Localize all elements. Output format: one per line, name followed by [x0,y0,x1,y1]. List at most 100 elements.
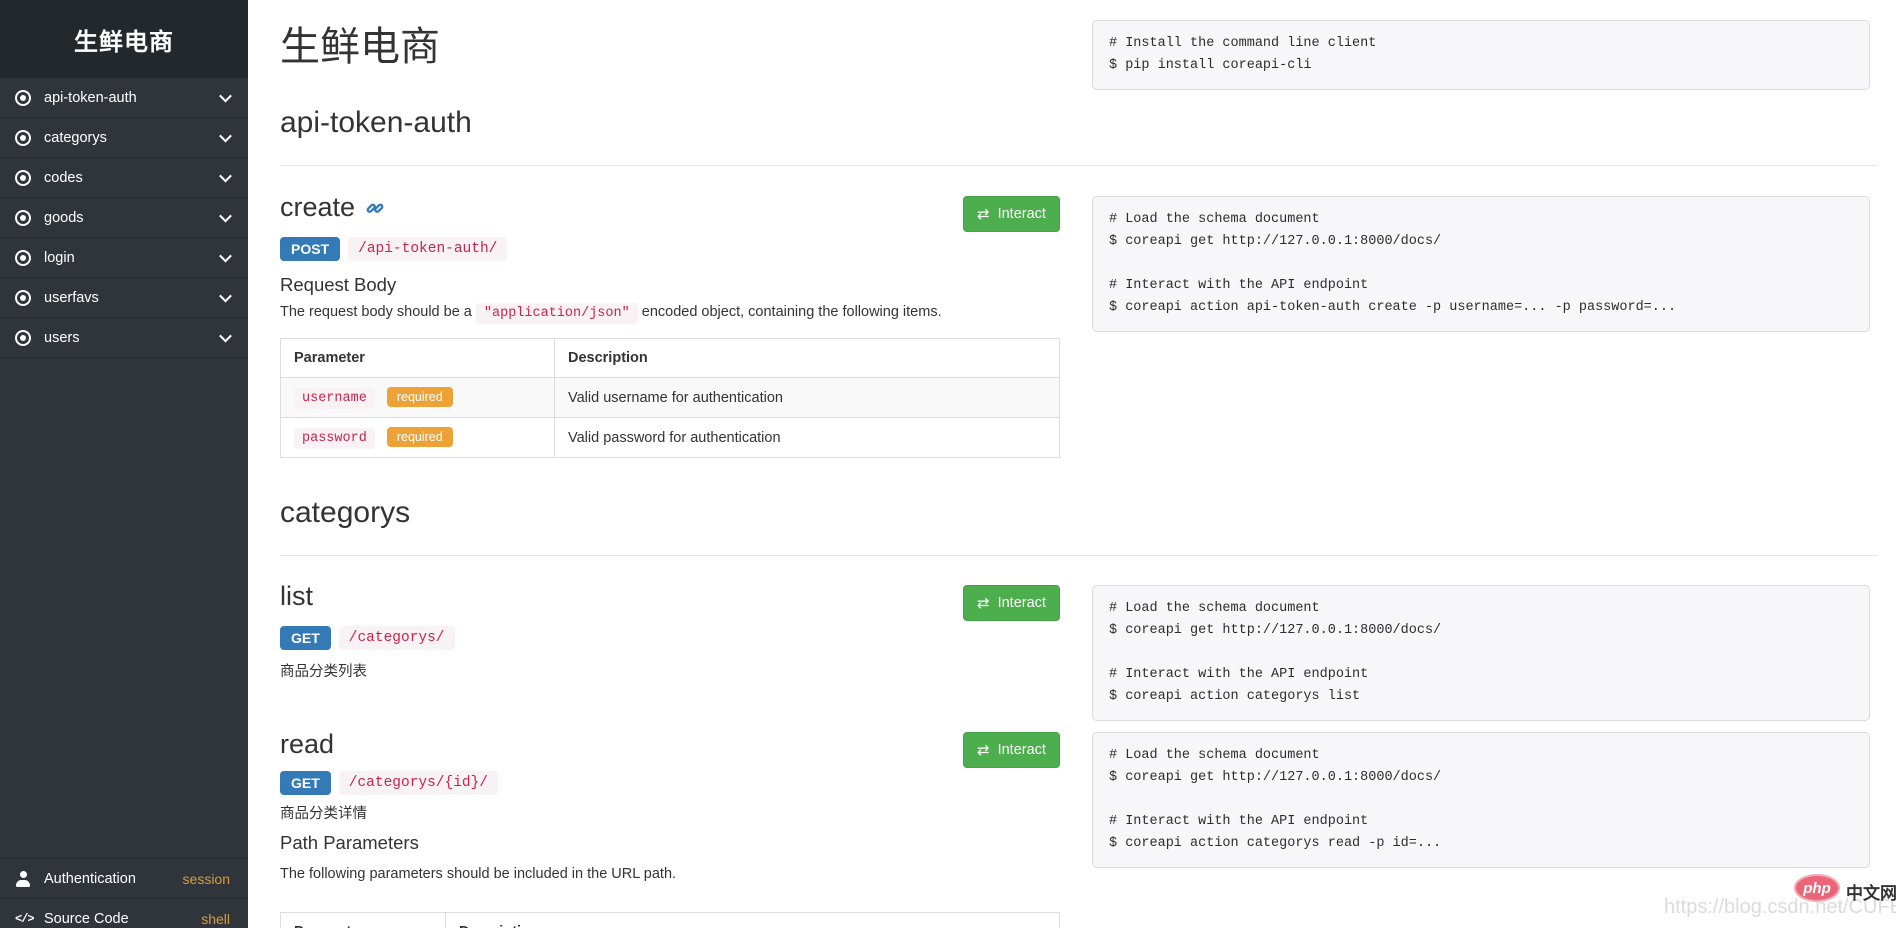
code-snippet-list: # Load the schema document $ coreapi get… [1092,585,1870,721]
path-parameters-note: The following parameters should be inclu… [280,866,676,882]
content-type-inline-code: "application/json" [476,303,638,324]
endpoint-row-create: POST /api-token-auth/ [280,237,507,261]
endpoint-path: /categorys/{id}/ [339,771,498,795]
dot-circle-icon [15,330,31,346]
param-cell: username required [281,378,555,418]
request-body-text: The request body should be a "applicatio… [280,304,942,321]
auth-scheme-badge: session [183,871,230,887]
sidebar-item-goods[interactable]: goods [0,198,248,238]
interact-label: Interact [998,742,1046,758]
table-header-row: Parameter Description [281,913,1060,928]
interact-button-list[interactable]: ⇄ Interact [963,585,1060,621]
path-parameters-table: Parameter Description [280,912,1060,928]
endpoint-path: /categorys/ [339,626,455,650]
watermark: https://blog.csdn.net/CUFEECR php 中文网 [1664,872,1896,924]
sidebar-item-label: userfavs [44,290,99,306]
sidebar-item-login[interactable]: login [0,238,248,278]
sidebar-footer: Authentication session </> Source Code s… [0,858,248,928]
dot-circle-icon [15,90,31,106]
sidebar-item-label: Source Code [44,911,129,927]
interact-label: Interact [998,206,1046,222]
request-body-table: Parameter Description username required … [280,338,1060,458]
dot-circle-icon [15,170,31,186]
interact-label: Interact [998,595,1046,611]
sidebar-item-authentication[interactable]: Authentication session [0,858,248,898]
method-badge-post: POST [280,237,340,261]
required-badge: required [387,387,453,407]
request-body-text-pre: The request body should be a [280,304,476,320]
param-name: password [294,428,375,449]
sidebar-brand: 生鲜电商 [74,22,174,57]
operation-description: 商品分类详情 [280,802,367,823]
main-content: 生鲜电商 # Install the command line client $… [248,0,1896,928]
endpoint-row-list: GET /categorys/ [280,626,455,650]
section-heading-categorys: categorys [280,496,410,530]
operation-name: read [280,729,334,760]
dot-circle-icon [15,290,31,306]
user-icon [15,871,31,887]
interact-button-read[interactable]: ⇄ Interact [963,732,1060,768]
operation-heading-create: create [280,192,385,223]
sidebar-item-label: codes [44,170,83,186]
operation-description: 商品分类列表 [280,660,367,681]
table-header-description: Description [446,913,1060,928]
chevron-down-icon [219,130,232,143]
exchange-icon: ⇄ [977,743,990,758]
param-cell: password required [281,418,555,458]
sidebar-nav: api-token-auth categorys codes goods log… [0,78,248,358]
chevron-down-icon [219,90,232,103]
php-logo-text: php [1803,880,1831,897]
sidebar-item-codes[interactable]: codes [0,158,248,198]
table-header-parameter: Parameter [281,913,446,928]
operation-heading-list: list [280,581,313,612]
chevron-down-icon [219,250,232,263]
method-badge-get: GET [280,626,331,650]
dot-circle-icon [15,130,31,146]
table-header-description: Description [555,339,1060,378]
param-name: username [294,388,375,409]
sidebar-item-label: categorys [44,130,107,146]
page-title: 生鲜电商 [280,14,440,72]
table-row-username: username required Valid username for aut… [281,378,1060,418]
path-parameters-heading: Path Parameters [280,832,419,854]
dot-circle-icon [15,250,31,266]
code-icon: </> [15,912,31,926]
operation-name: list [280,581,313,612]
chevron-down-icon [219,290,232,303]
endpoint-path: /api-token-auth/ [348,237,507,261]
divider [280,165,1878,166]
table-header-parameter: Parameter [281,339,555,378]
exchange-icon: ⇄ [977,207,990,222]
sidebar-item-users[interactable]: users [0,318,248,358]
code-snippet-read: # Load the schema document $ coreapi get… [1092,732,1870,868]
dot-circle-icon [15,210,31,226]
language-badge: shell [201,911,230,927]
param-description: Valid password for authentication [555,418,1060,458]
operation-heading-read: read [280,729,334,760]
php-logo: php [1794,874,1840,902]
sidebar: 生鲜电商 api-token-auth categorys codes good… [0,0,248,928]
sidebar-item-label: goods [44,210,84,226]
section-heading-api-token-auth: api-token-auth [280,106,472,140]
sidebar-item-label: Authentication [44,871,136,887]
method-badge-get: GET [280,771,331,795]
chevron-down-icon [219,170,232,183]
sidebar-item-api-token-auth[interactable]: api-token-auth [0,78,248,118]
required-badge: required [387,427,453,447]
divider [280,555,1878,556]
chevron-down-icon [219,330,232,343]
sidebar-item-label: api-token-auth [44,90,137,106]
code-snippet-install: # Install the command line client $ pip … [1092,20,1870,90]
php-logo-suffix: 中文网 [1846,879,1896,904]
link-icon[interactable] [365,198,385,218]
interact-button-create[interactable]: ⇄ Interact [963,196,1060,232]
sidebar-item-source-code[interactable]: </> Source Code shell [0,898,248,928]
sidebar-item-categorys[interactable]: categorys [0,118,248,158]
endpoint-row-read: GET /categorys/{id}/ [280,771,498,795]
code-snippet-create: # Load the schema document $ coreapi get… [1092,196,1870,332]
sidebar-item-userfavs[interactable]: userfavs [0,278,248,318]
sidebar-item-label: login [44,250,75,266]
request-body-text-post: encoded object, containing the following… [642,304,942,320]
operation-name: create [280,192,355,223]
table-header-row: Parameter Description [281,339,1060,378]
